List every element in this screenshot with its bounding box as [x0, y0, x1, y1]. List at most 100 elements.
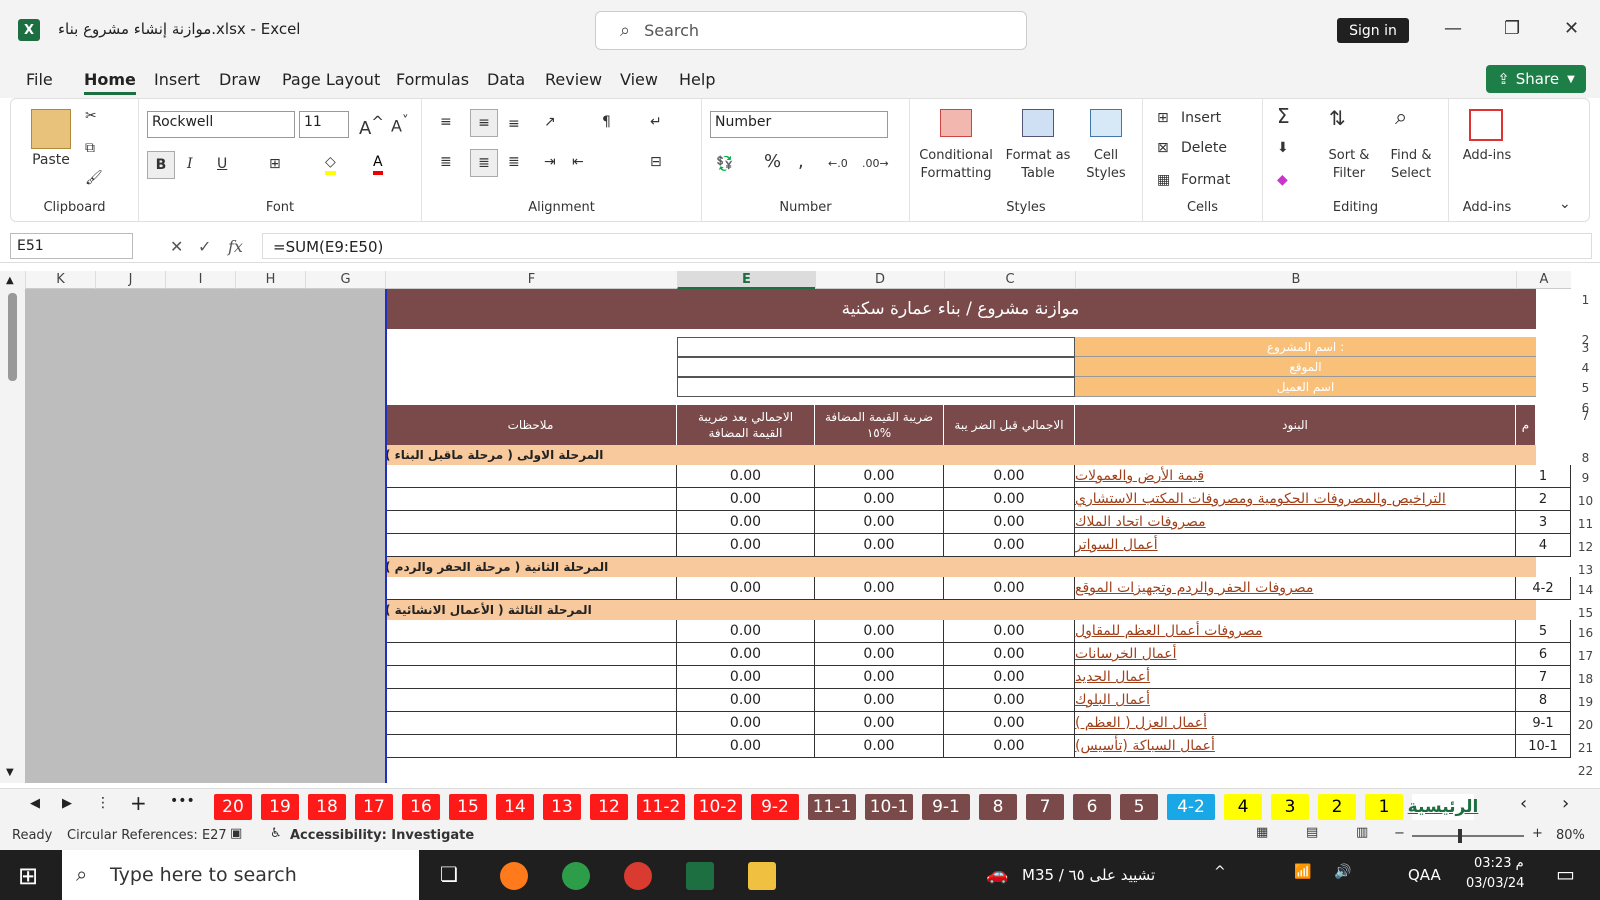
after-tax-cell[interactable]: 0.00: [677, 534, 815, 557]
row-header[interactable]: 22: [1571, 764, 1600, 778]
format-cells-icon[interactable]: ▦: [1157, 171, 1170, 189]
sheet-tab[interactable]: 2: [1318, 794, 1356, 820]
sheet-tab[interactable]: 3: [1271, 794, 1309, 820]
row-header[interactable]: 18: [1571, 672, 1600, 686]
more-sheets-icon[interactable]: •••: [170, 793, 195, 809]
percent-icon[interactable]: %: [764, 153, 781, 171]
conditional-formatting-button[interactable]: Conditional Formatting: [914, 147, 998, 183]
before-tax-cell[interactable]: 0.00: [944, 511, 1075, 534]
increase-font-icon[interactable]: A^: [359, 113, 384, 138]
scroll-down-icon[interactable]: ▼: [6, 767, 14, 778]
find-select-icon[interactable]: ⌕: [1395, 107, 1407, 129]
vat-cell[interactable]: 0.00: [815, 620, 944, 643]
after-tax-cell[interactable]: 0.00: [677, 643, 815, 666]
before-tax-cell[interactable]: 0.00: [944, 666, 1075, 689]
name-box[interactable]: E51: [10, 233, 133, 259]
page-break-view-icon[interactable]: ▥: [1356, 825, 1368, 840]
row-header[interactable]: 19: [1571, 695, 1600, 709]
spreadsheet-grid[interactable]: موازنة مشروع / بناء عمارة سكنية اسم المشر…: [385, 289, 1571, 783]
row-header[interactable]: 9: [1571, 471, 1600, 485]
row-header[interactable]: 20: [1571, 718, 1600, 732]
vat-cell[interactable]: 0.00: [815, 643, 944, 666]
file-explorer-icon[interactable]: [748, 862, 776, 890]
merge-center-icon[interactable]: ⊟: [650, 153, 662, 171]
row-header[interactable]: 12: [1571, 540, 1600, 554]
search-box[interactable]: ⌕ Search: [595, 11, 1027, 50]
font-family-select[interactable]: Rockwell: [147, 111, 295, 138]
vat-cell[interactable]: 0.00: [815, 577, 944, 600]
paste-button[interactable]: Paste: [29, 151, 73, 169]
row-header[interactable]: 15: [1571, 606, 1600, 620]
row-number-cell[interactable]: 6: [1516, 643, 1571, 666]
ribbon-collapse-icon[interactable]: ⌄: [1559, 195, 1571, 213]
column-header-a[interactable]: A: [1516, 271, 1571, 289]
row-number-cell[interactable]: 2: [1516, 488, 1571, 511]
sheet-tab[interactable]: 6: [1073, 794, 1111, 820]
after-tax-cell[interactable]: 0.00: [677, 712, 815, 735]
sheet-tab[interactable]: 17: [355, 794, 393, 820]
notes-cell[interactable]: [385, 689, 677, 712]
item-cell[interactable]: أعمال البلوك: [1075, 689, 1516, 712]
row-header[interactable]: 13: [1571, 563, 1600, 577]
borders-icon[interactable]: ⊞: [269, 155, 281, 173]
after-tax-cell[interactable]: 0.00: [677, 689, 815, 712]
align-top-icon[interactable]: ≡: [440, 113, 452, 131]
column-header-f[interactable]: F: [385, 271, 677, 289]
next-sheet-icon[interactable]: ›: [1562, 793, 1569, 814]
minimize-icon[interactable]: —: [1444, 18, 1462, 39]
align-bottom-icon[interactable]: ≡: [508, 115, 520, 133]
before-tax-cell[interactable]: 0.00: [944, 735, 1075, 758]
addins-button[interactable]: Add-ins: [1457, 147, 1517, 165]
notifications-icon[interactable]: ▭: [1556, 862, 1575, 886]
sheet-tab[interactable]: 4: [1224, 794, 1262, 820]
task-view-icon[interactable]: ❏: [440, 862, 458, 886]
row-number-cell[interactable]: 7: [1516, 666, 1571, 689]
after-tax-cell[interactable]: 0.00: [677, 620, 815, 643]
fill-icon[interactable]: ⬇: [1277, 139, 1289, 157]
tab-home[interactable]: Home: [84, 70, 136, 95]
item-cell[interactable]: قيمة الأرض والعمولات: [1075, 465, 1516, 488]
item-cell[interactable]: مصروفات الحفر والردم وتجهيزات الموقع: [1075, 577, 1516, 600]
enter-icon[interactable]: ✓: [198, 237, 211, 256]
vat-cell[interactable]: 0.00: [815, 465, 944, 488]
clear-icon[interactable]: ◆: [1277, 171, 1288, 189]
formula-input[interactable]: =SUM(E9:E50): [262, 233, 1592, 259]
cut-icon[interactable]: ✂: [85, 107, 97, 125]
sheet-tab[interactable]: 11-2: [637, 794, 685, 820]
after-tax-cell[interactable]: 0.00: [677, 488, 815, 511]
notes-cell[interactable]: [385, 643, 677, 666]
sheet-tab[interactable]: 9-2: [751, 794, 799, 820]
sheet-tab[interactable]: 20: [214, 794, 252, 820]
windows-start-icon[interactable]: ⊞: [18, 862, 38, 890]
column-header-e[interactable]: E: [677, 271, 815, 289]
sort-filter-button[interactable]: Sort & Filter: [1319, 147, 1379, 183]
column-header-g[interactable]: G: [305, 271, 385, 289]
before-tax-cell[interactable]: 0.00: [944, 620, 1075, 643]
restore-icon[interactable]: ❐: [1504, 18, 1520, 39]
row-header[interactable]: 11: [1571, 517, 1600, 531]
normal-view-icon[interactable]: ▦: [1256, 825, 1268, 840]
delete-cells-icon[interactable]: ⊠: [1157, 139, 1169, 157]
notes-cell[interactable]: [385, 666, 677, 689]
decrease-decimal-icon[interactable]: .00→: [862, 155, 889, 173]
align-middle-icon[interactable]: ≡: [470, 109, 498, 137]
bold-icon[interactable]: B: [147, 151, 175, 179]
notes-cell[interactable]: [385, 577, 677, 600]
before-tax-cell[interactable]: 0.00: [944, 712, 1075, 735]
zoom-level[interactable]: 80%: [1556, 828, 1585, 843]
chrome-profile-icon[interactable]: [624, 862, 652, 890]
taskbar-date[interactable]: 03/03/24: [1466, 876, 1524, 891]
after-tax-cell[interactable]: 0.00: [677, 735, 815, 758]
taskbar-time[interactable]: 03:23 م: [1474, 856, 1524, 871]
zoom-thumb[interactable]: [1458, 829, 1462, 843]
item-cell[interactable]: أعمال الخرسانات: [1075, 643, 1516, 666]
zoom-out-icon[interactable]: −: [1394, 826, 1405, 841]
vat-cell[interactable]: 0.00: [815, 735, 944, 758]
autosum-icon[interactable]: Σ: [1277, 106, 1290, 126]
hidden-icons-icon[interactable]: ^: [1214, 864, 1226, 880]
row-header[interactable]: 14: [1571, 583, 1600, 597]
row-header[interactable]: 4: [1571, 361, 1600, 375]
tab-scroll-right-icon[interactable]: ▶: [62, 796, 72, 811]
sign-in-button[interactable]: Sign in: [1337, 18, 1409, 43]
delete-cells-button[interactable]: Delete: [1181, 139, 1227, 157]
